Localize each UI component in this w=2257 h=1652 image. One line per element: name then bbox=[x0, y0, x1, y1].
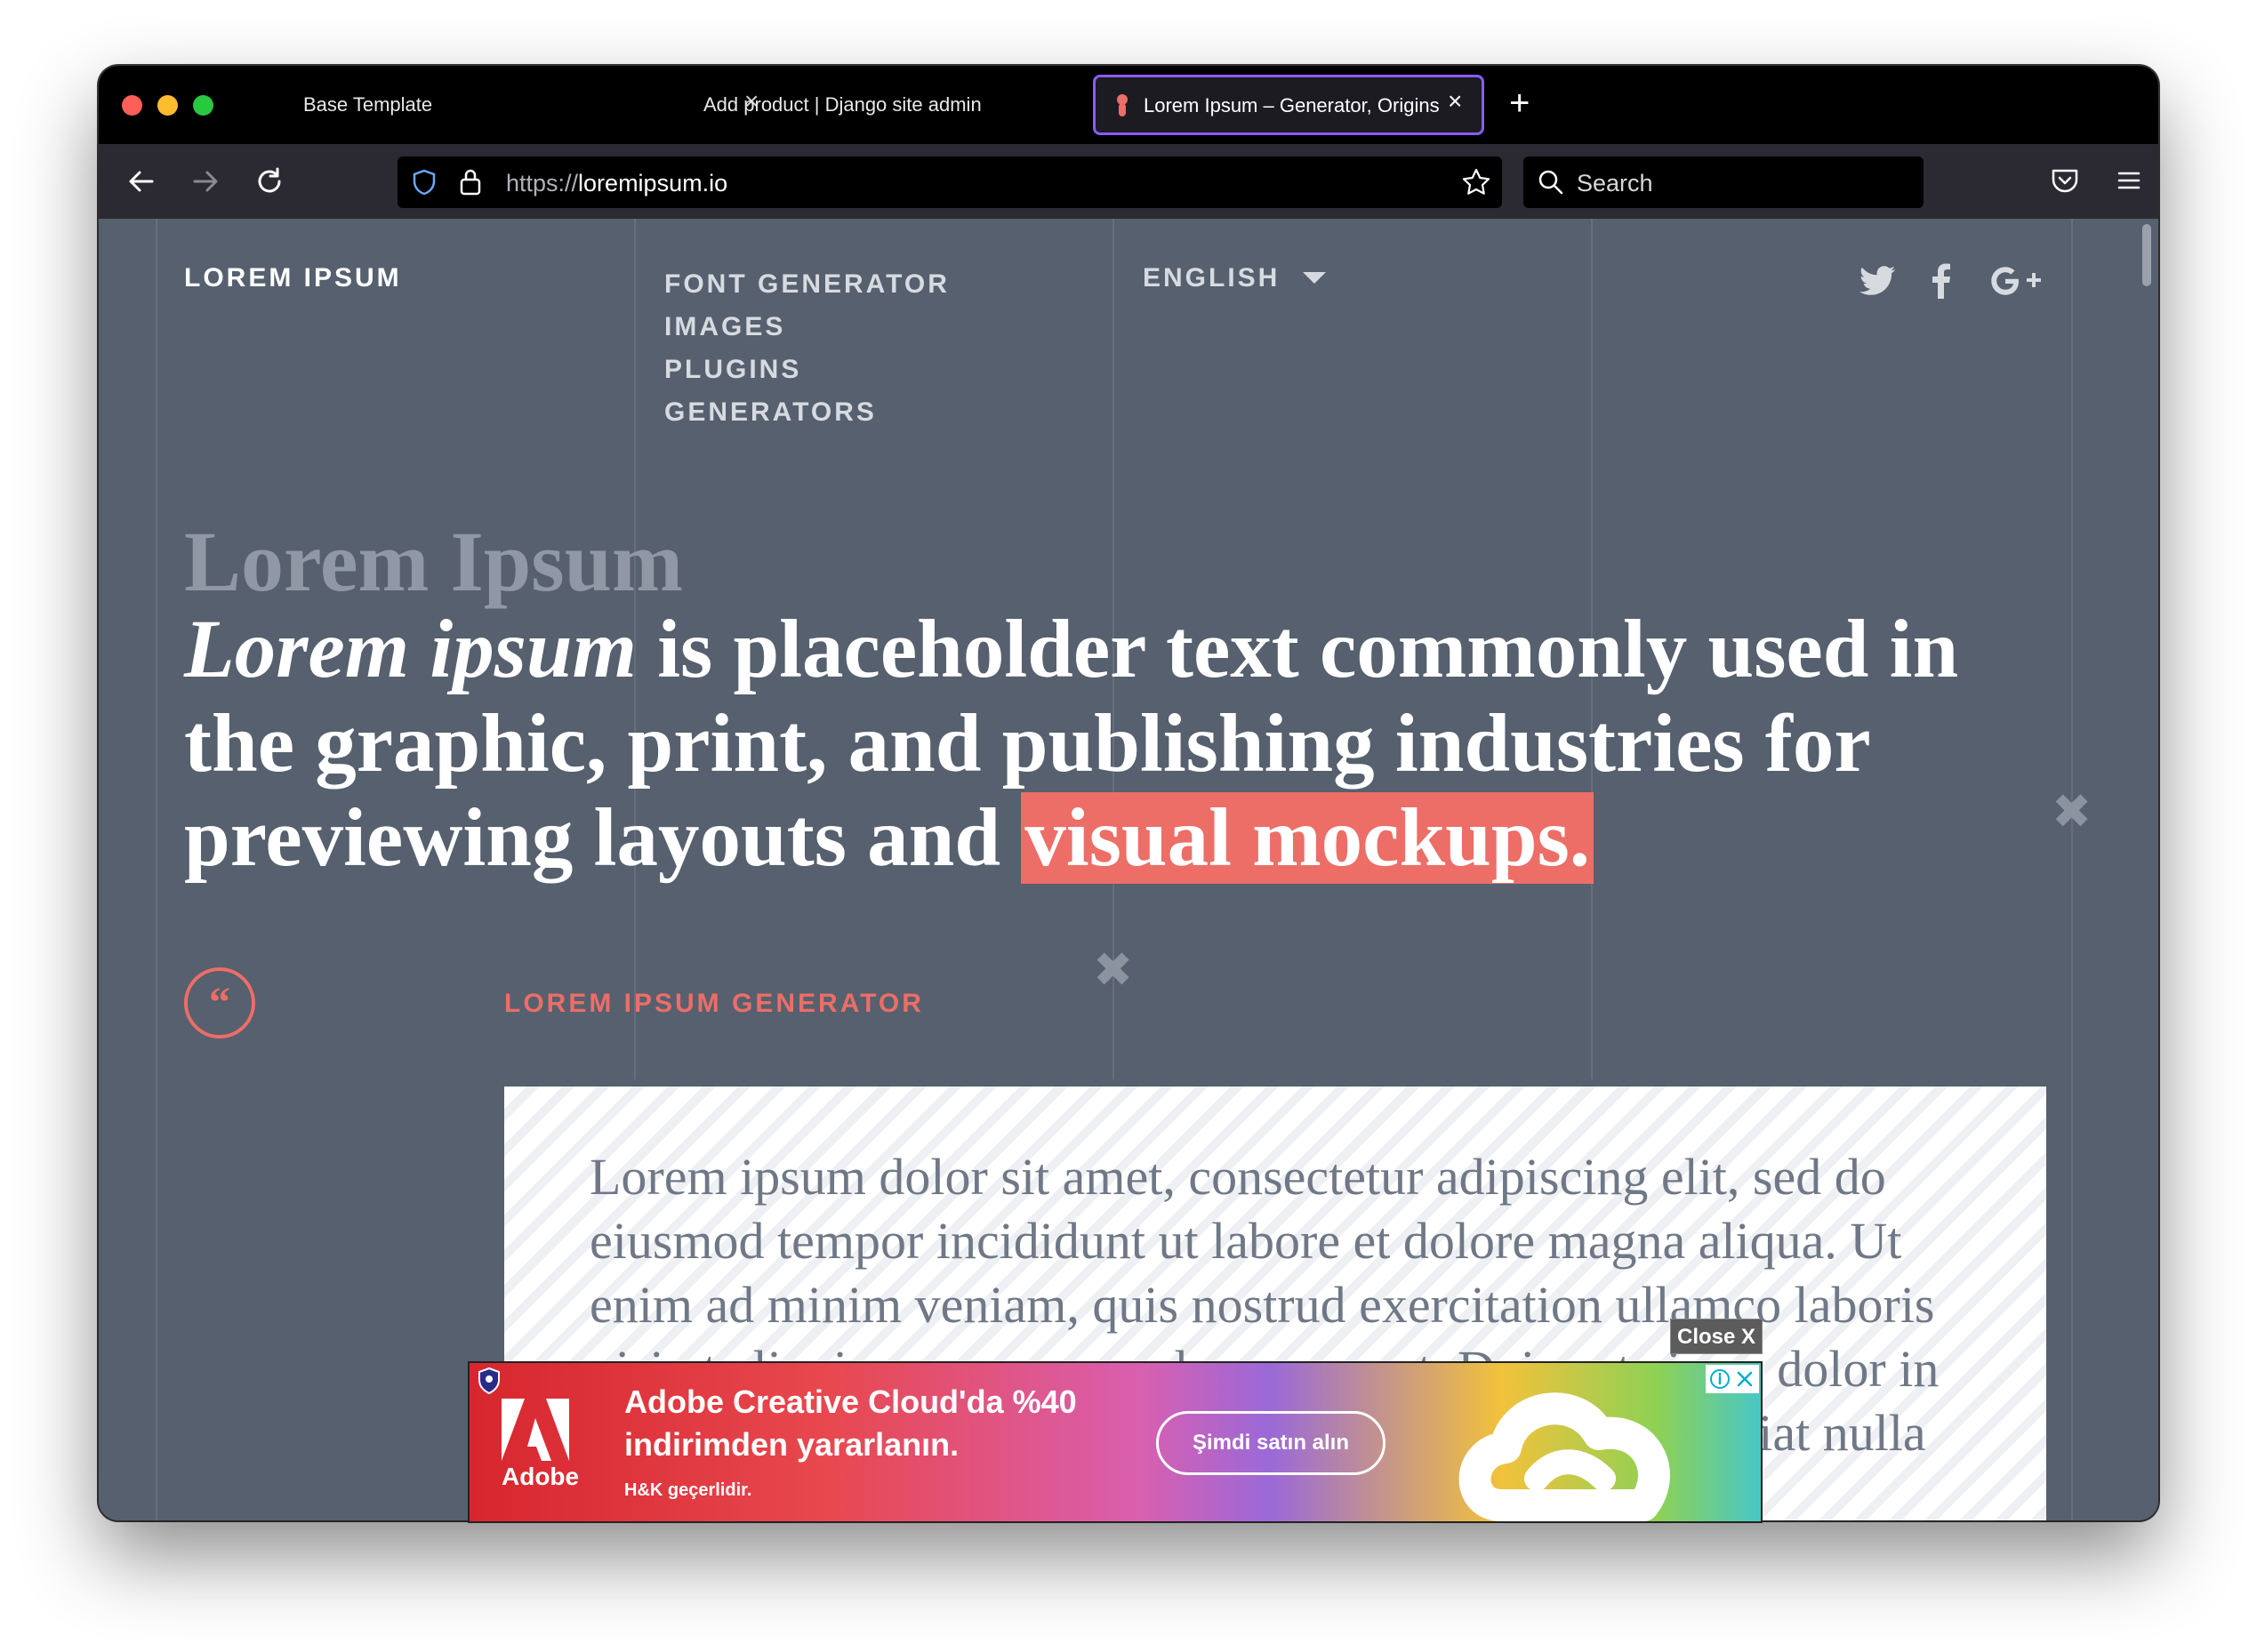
nav-generators[interactable]: GENERATORS bbox=[664, 391, 950, 434]
grid-line bbox=[2071, 219, 2073, 1520]
hero-title: Lorem Ipsum bbox=[184, 514, 683, 609]
forward-arrow-icon[interactable] bbox=[189, 165, 221, 197]
url-text[interactable]: https://loremipsum.io bbox=[506, 170, 727, 197]
address-bar[interactable]: https://loremipsum.io bbox=[398, 156, 1502, 208]
chevron-down-icon[interactable] bbox=[1303, 272, 1326, 284]
browser-window: Base Template × Add product | Django sit… bbox=[99, 66, 2158, 1520]
minimize-window-button[interactable] bbox=[157, 95, 178, 116]
quote-icon: “ bbox=[184, 967, 255, 1039]
site-logo[interactable]: LOREM IPSUM bbox=[184, 263, 402, 293]
search-icon bbox=[1538, 170, 1563, 195]
twitter-icon[interactable] bbox=[1856, 260, 1899, 302]
shield-icon[interactable] bbox=[410, 168, 438, 196]
hamburger-menu-icon[interactable] bbox=[2114, 165, 2144, 196]
ad-headline: Adobe Creative Cloud'da %40 indirimden y… bbox=[624, 1383, 1077, 1463]
ad-brand: Adobe bbox=[502, 1463, 580, 1490]
creative-cloud-logo-icon bbox=[1458, 1392, 1670, 1521]
reload-icon[interactable] bbox=[253, 165, 285, 197]
hero-lead: Lorem ipsum is placeholder text commonly… bbox=[184, 603, 2016, 886]
site-nav: FONT GENERATOR IMAGES PLUGINS GENERATORS bbox=[664, 263, 950, 434]
tab-django-admin[interactable]: Add product | Django site admin × bbox=[606, 75, 1155, 135]
tab-bar: Base Template × Add product | Django sit… bbox=[99, 66, 2158, 144]
tab-lorem-ipsum[interactable]: Lorem Ipsum – Generator, Origins and Mea… bbox=[1093, 75, 1484, 135]
tab-title: Lorem Ipsum – Generator, Origins and Mea… bbox=[1144, 94, 1442, 116]
tab-title: Base Template bbox=[303, 93, 433, 116]
navigation-toolbar: https://loremipsum.io Search bbox=[99, 144, 2158, 219]
hero-lead-italic: Lorem ipsum bbox=[184, 604, 637, 695]
nav-font-generator[interactable]: FONT GENERATOR bbox=[664, 263, 950, 306]
pocket-icon[interactable] bbox=[2050, 165, 2080, 196]
facebook-icon[interactable] bbox=[1920, 260, 1963, 302]
ad-cta-button[interactable]: Şimdi satın alın bbox=[1156, 1411, 1386, 1475]
google-plus-icon[interactable] bbox=[1989, 260, 2044, 302]
advertisement-banner[interactable]: Adobe Adobe Creative Cloud'da %40 indiri… bbox=[468, 1361, 1763, 1523]
search-bar[interactable]: Search bbox=[1523, 156, 1924, 208]
new-tab-button[interactable]: + bbox=[1509, 84, 1530, 123]
tab-title: Add product | Django site admin bbox=[703, 93, 982, 116]
tab-base-template[interactable]: Base Template × bbox=[205, 75, 759, 135]
scrollbar-thumb[interactable] bbox=[2142, 224, 2151, 286]
nav-plugins[interactable]: PLUGINS bbox=[664, 349, 950, 391]
nav-images[interactable]: IMAGES bbox=[664, 306, 950, 349]
back-arrow-icon[interactable] bbox=[125, 165, 157, 197]
adchoices-shield-icon[interactable] bbox=[477, 1367, 502, 1395]
adobe-logo-icon bbox=[502, 1399, 569, 1461]
generator-label: LOREM IPSUM GENERATOR bbox=[504, 989, 924, 1018]
lock-icon[interactable] bbox=[458, 167, 483, 197]
bookmark-star-icon[interactable] bbox=[1461, 167, 1491, 197]
lorem-ipsum-favicon-icon bbox=[1117, 94, 1128, 116]
vertical-scrollbar[interactable] bbox=[2135, 219, 2158, 1520]
ad-subtext: H&K geçerlidir. bbox=[624, 1480, 752, 1500]
info-icon[interactable] bbox=[1709, 1368, 1731, 1390]
hero-lead-highlight: visual mockups. bbox=[1021, 792, 1594, 884]
close-tab-icon[interactable]: × bbox=[1448, 88, 1462, 115]
close-window-button[interactable] bbox=[122, 95, 142, 116]
ad-close-button[interactable]: Close X bbox=[1670, 1319, 1763, 1354]
language-selector[interactable]: ENGLISH bbox=[1143, 263, 1280, 293]
search-placeholder: Search bbox=[1577, 170, 1653, 196]
grid-line bbox=[156, 219, 157, 1520]
close-x-decoration-icon: ✖ bbox=[1093, 943, 1134, 997]
close-x-decoration-icon: ✖ bbox=[2052, 785, 2092, 838]
page-content: LOREM IPSUM FONT GENERATOR IMAGES PLUGIN… bbox=[99, 219, 2135, 1520]
close-icon[interactable] bbox=[1734, 1368, 1755, 1390]
ad-info-close-icon[interactable] bbox=[1706, 1365, 1759, 1393]
